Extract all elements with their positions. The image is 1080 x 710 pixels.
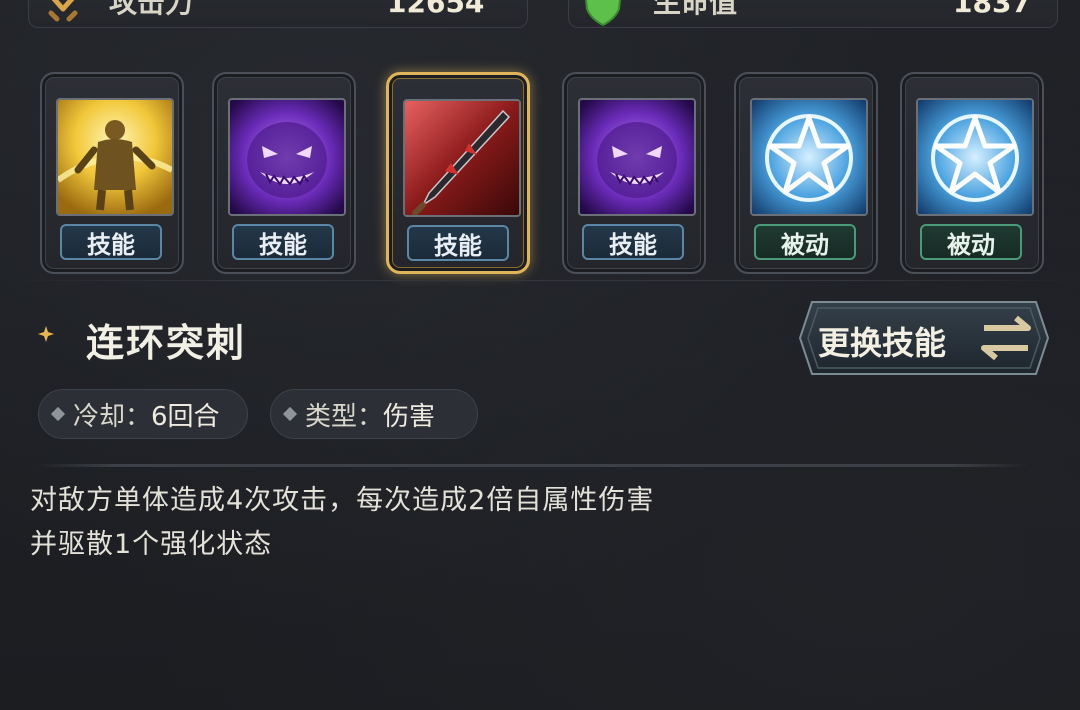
star-passive-icon <box>750 98 868 216</box>
skill-slot-4[interactable]: 技能 <box>562 72 706 274</box>
cooldown-label: 冷却： <box>73 401 152 432</box>
skill-slot-2[interactable]: 技能 <box>212 72 356 274</box>
cooldown-value: 6回合 <box>151 401 220 432</box>
attack-label: 攻击力 <box>109 0 194 19</box>
sparkle-icon <box>38 326 54 342</box>
golden-warrior-skill-icon <box>56 98 174 216</box>
change-skill-label: 更换技能 <box>818 324 947 362</box>
skill-slot-6[interactable]: 被动 <box>900 72 1044 274</box>
type-chip: 类型： 伤害 <box>270 389 478 439</box>
type-value: 伤害 <box>383 401 436 432</box>
skill-description-line-2: 并驱散1个强化状态 <box>30 529 273 560</box>
type-label: 类型： <box>305 401 384 432</box>
purple-demon-skill-icon <box>228 98 346 216</box>
description-divider <box>36 464 1030 467</box>
diamond-icon <box>282 406 298 422</box>
passive-tag: 被动 <box>920 224 1022 260</box>
hp-label: 生命值 <box>653 0 738 19</box>
skill-slot-1[interactable]: 技能 <box>40 72 184 274</box>
hp-value: 1837 <box>953 0 1031 19</box>
star-passive-icon <box>916 98 1034 216</box>
crimson-sword-skill-icon <box>403 99 521 217</box>
diamond-icon <box>50 406 66 422</box>
hp-stat-bar: 生命值 1837 <box>568 0 1058 28</box>
skill-tag: 技能 <box>60 224 162 260</box>
attack-stat-bar: 攻击力 12654 <box>28 0 528 28</box>
crossed-swords-icon <box>48 0 78 22</box>
green-shield-icon <box>584 0 622 27</box>
attack-value: 12654 <box>387 0 485 19</box>
cooldown-chip: 冷却： 6回合 <box>38 389 248 439</box>
skill-tag: 技能 <box>407 225 509 261</box>
skill-tag: 技能 <box>232 224 334 260</box>
skill-description-line-1: 对敌方单体造成4次攻击，每次造成2倍自属性伤害 <box>30 485 655 516</box>
change-skill-button[interactable]: 更换技能 <box>798 298 1050 378</box>
skill-slot-5[interactable]: 被动 <box>734 72 878 274</box>
skill-slot-3-selected[interactable]: 技能 <box>386 72 530 274</box>
panel-divider-top <box>0 280 1080 281</box>
purple-demon-skill-icon <box>578 98 696 216</box>
passive-tag: 被动 <box>754 224 856 260</box>
skill-name: 连环突刺 <box>86 321 247 365</box>
skill-tag: 技能 <box>582 224 684 260</box>
